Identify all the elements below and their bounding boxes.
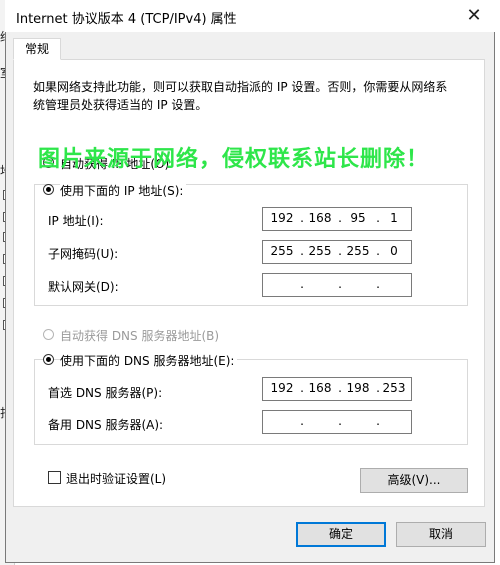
octet: 168 xyxy=(308,381,332,395)
octet: 0 xyxy=(390,244,398,258)
default-gateway-label: 默认网关(D): xyxy=(48,280,119,294)
manual-ip-radio[interactable] xyxy=(43,184,54,195)
octet: 95 xyxy=(350,211,366,225)
validate-settings-label[interactable]: 退出时验证设置(L) xyxy=(66,470,166,487)
ok-button[interactable]: 确定 xyxy=(296,522,386,547)
dialog-title: Internet 协议版本 4 (TCP/IPv4) 属性 xyxy=(16,12,237,27)
octet-dot: . xyxy=(338,277,342,291)
advanced-button[interactable]: 高级(V)... xyxy=(360,468,468,493)
close-icon[interactable]: ✕ xyxy=(462,4,486,28)
octet: 198 xyxy=(346,381,370,395)
ip-address-label: IP 地址(I): xyxy=(48,214,104,228)
octet: 255 xyxy=(308,244,332,258)
octet: 192 xyxy=(270,381,294,395)
validate-settings-checkbox[interactable] xyxy=(48,471,61,484)
alternate-dns-input[interactable]: . . . xyxy=(262,410,412,434)
subnet-mask-label: 子网掩码(U): xyxy=(48,247,119,261)
octet: 168 xyxy=(308,211,332,225)
octet: 253 xyxy=(382,381,406,395)
subnet-mask-input[interactable]: 255 . 255 . 255 . 0 xyxy=(262,240,412,264)
octet: 255 xyxy=(346,244,370,258)
preferred-dns-label: 首选 DNS 服务器(P): xyxy=(48,386,163,400)
octet-dot: . xyxy=(376,277,380,291)
octet-dot: . xyxy=(300,414,304,428)
alternate-dns-label: 备用 DNS 服务器(A): xyxy=(48,418,164,432)
auto-dns-label[interactable]: 自动获得 DNS 服务器地址(B) xyxy=(60,327,219,344)
octet: 255 xyxy=(270,244,294,258)
manual-dns-label[interactable]: 使用下面的 DNS 服务器地址(E): xyxy=(60,352,238,369)
manual-ip-label[interactable]: 使用下面的 IP 地址(S): xyxy=(60,182,187,199)
octet: 1 xyxy=(390,211,398,225)
octet: 192 xyxy=(270,211,294,225)
description-text: 如果网络支持此功能，则可以获取自动指派的 IP 设置。否则，你需要从网络系统管理… xyxy=(33,80,448,112)
octet-dot: . xyxy=(338,414,342,428)
cancel-button[interactable]: 取消 xyxy=(396,522,486,547)
default-gateway-input[interactable]: . . . xyxy=(262,273,412,297)
octet-dot: . xyxy=(300,277,304,291)
manual-dns-radio[interactable] xyxy=(43,354,54,365)
ip-address-input[interactable]: 192 . 168 . 95 . 1 xyxy=(262,207,412,231)
tab-general[interactable]: 常规 xyxy=(13,38,61,60)
octet-dot: . xyxy=(376,414,380,428)
watermark-text: 图片来源于网络，侵权联系站长删除！ xyxy=(38,147,430,172)
preferred-dns-input[interactable]: 192 . 168 . 198 . 253 xyxy=(262,377,412,401)
auto-dns-radio[interactable] xyxy=(43,329,54,340)
